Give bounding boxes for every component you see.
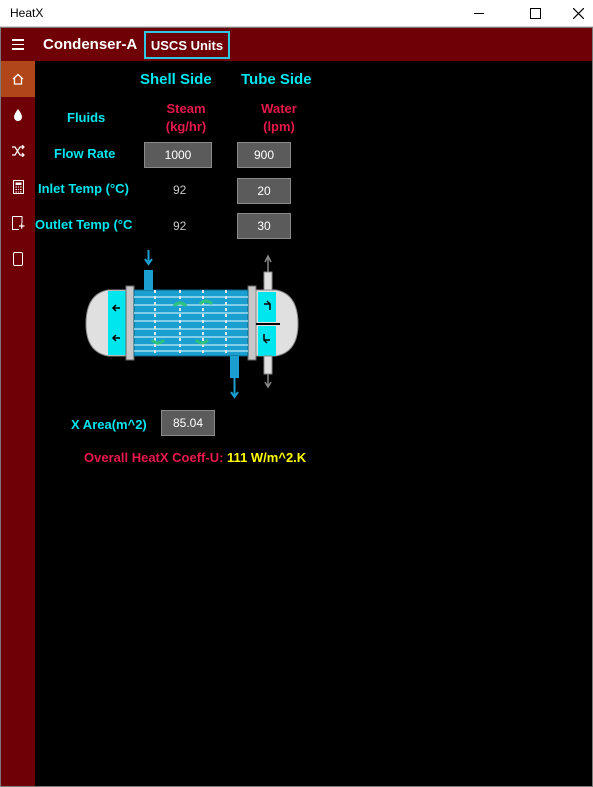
minimize-icon [474, 13, 484, 14]
window-border [0, 27, 593, 787]
result-value: 111 W/m^2.K [227, 450, 307, 465]
page-title: Condenser-A [43, 36, 138, 53]
nav-home[interactable] [1, 61, 35, 97]
x-area-label: X Area(m^2) [71, 417, 147, 432]
heat-exchanger-diagram [85, 250, 299, 399]
hamburger-menu-icon[interactable] [1, 28, 35, 61]
x-area-value: 85.04 [161, 410, 215, 436]
maximize-button[interactable] [512, 0, 558, 27]
drop-icon [14, 109, 22, 121]
shell-flow-rate-input[interactable]: 1000 [144, 142, 212, 168]
tube-fluid-name: Water [261, 101, 297, 116]
tube-inlet-temp-input[interactable]: 20 [237, 178, 291, 204]
inlet-temp-label: Inlet Temp (°C) [38, 181, 129, 196]
nav-device[interactable] [1, 241, 35, 277]
tube-fluid-unit: (lpm) [263, 119, 295, 134]
home-icon [12, 73, 24, 85]
outlet-temp-label: Outlet Temp (°C [35, 217, 133, 232]
close-icon [572, 8, 584, 19]
fluids-label: Fluids [67, 110, 106, 125]
nav-notes[interactable] [1, 205, 35, 241]
shell-inlet-temp-value: 92 [173, 183, 187, 197]
window-title: HeatX [10, 6, 44, 20]
flow-rate-label: Flow Rate [54, 146, 116, 161]
calculator-icon [12, 180, 24, 194]
close-button[interactable] [555, 0, 593, 27]
shell-fluid-unit: (kg/hr) [165, 119, 207, 134]
shell-outlet-temp-value: 92 [173, 219, 187, 233]
maximize-icon [529, 8, 541, 19]
shell-side-header: Shell Side [140, 71, 212, 88]
result-label: Overall HeatX Coeff-U: [84, 450, 228, 465]
shell-fluid-name: Steam [166, 101, 206, 116]
title-bar: HeatX [0, 0, 593, 27]
tube-flow-rate-input[interactable]: 900 [237, 142, 291, 168]
nav-fluids[interactable] [1, 97, 35, 133]
tube-outlet-temp-input[interactable]: 30 [237, 213, 291, 239]
tube-side-header: Tube Side [241, 71, 312, 88]
overall-coefficient-result: Overall HeatX Coeff-U: 111 W/m^2.K [84, 450, 306, 465]
nav-calculator[interactable] [1, 169, 35, 205]
shuffle-icon [12, 145, 25, 157]
nav-exchange[interactable] [1, 133, 35, 169]
tablet-icon [13, 252, 23, 266]
note-icon [11, 216, 24, 230]
units-toggle-button[interactable]: USCS Units [144, 31, 230, 59]
minimize-button[interactable] [456, 0, 502, 27]
